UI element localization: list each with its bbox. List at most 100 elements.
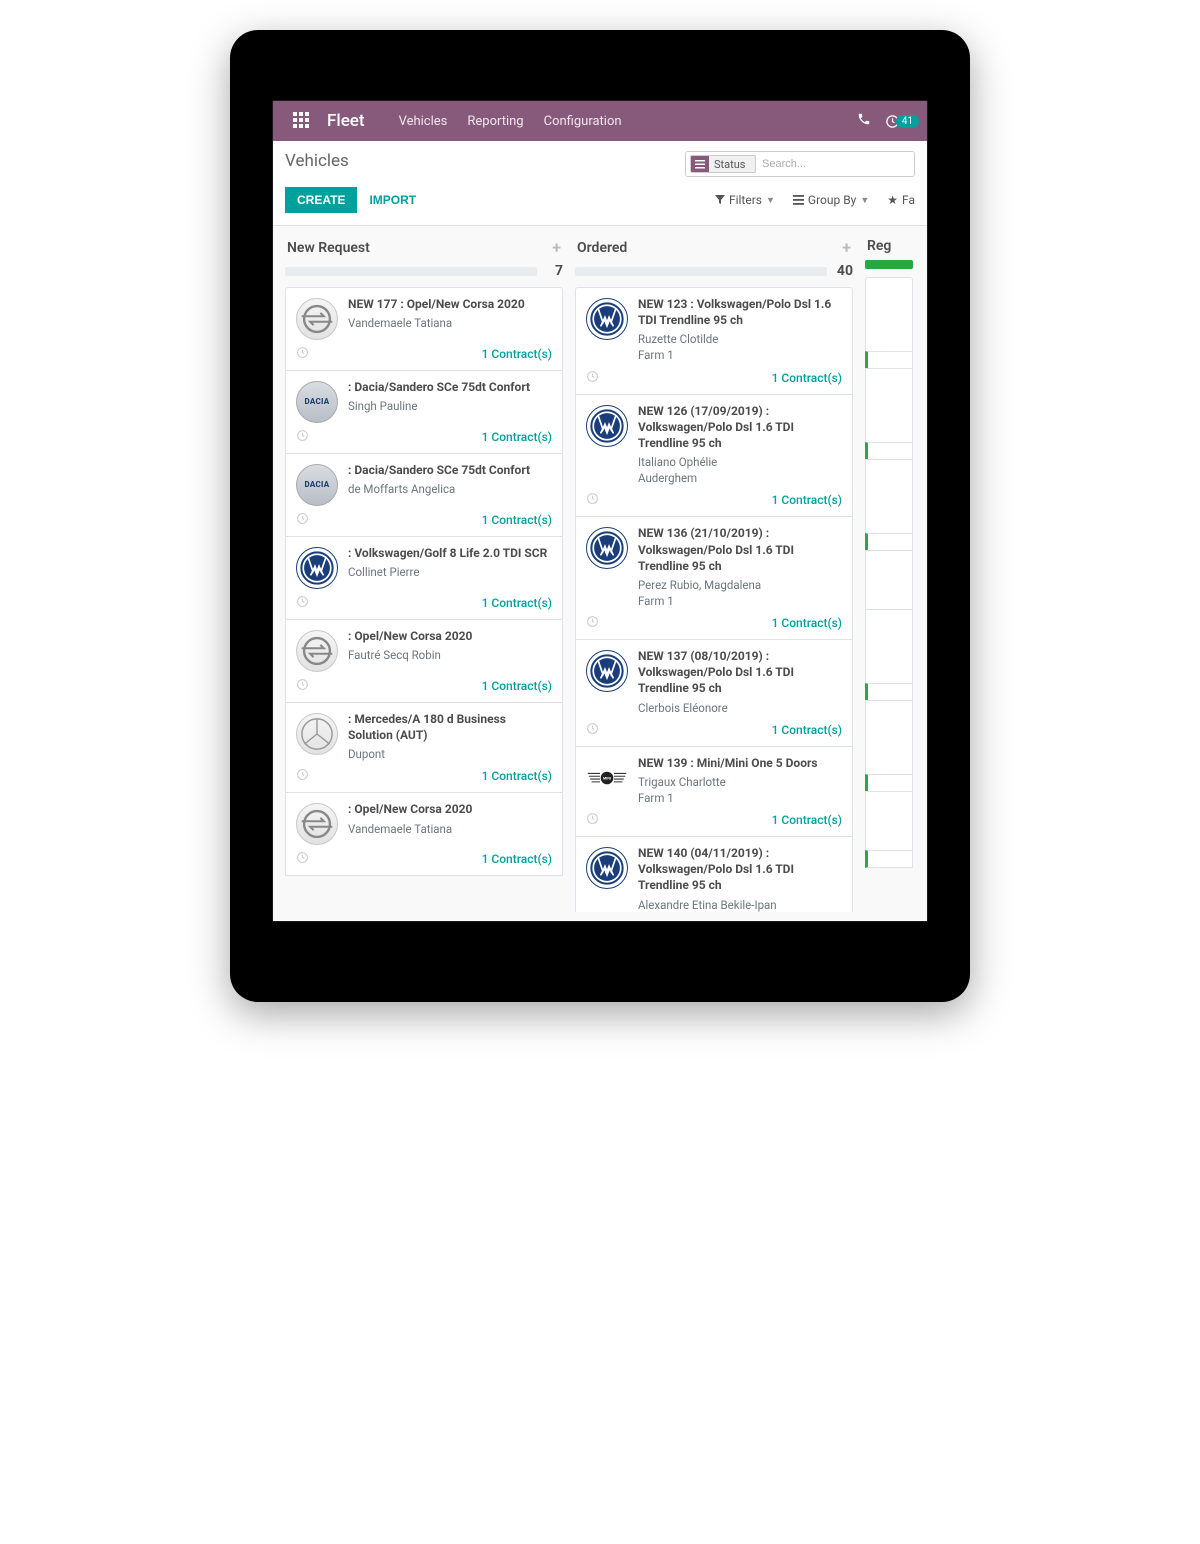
activity-clock-icon[interactable]: [296, 346, 309, 362]
card-driver: Clerbois Eléonore: [638, 700, 842, 716]
control-panel-top: Vehicles Status ✕: [273, 141, 927, 177]
column-header: Ordered +: [575, 234, 853, 263]
kanban-card[interactable]: DACIA : Dacia/Sandero SCe 75dt Confort Sin…: [285, 370, 563, 454]
kanban-card[interactable]: : Opel/New Corsa 2020Fautré Secq Robin1 …: [285, 619, 563, 703]
card-driver: Trigaux Charlotte: [638, 774, 842, 790]
contracts-link[interactable]: 1 Contract(s): [772, 616, 842, 630]
kanban-card[interactable]: [865, 533, 913, 551]
contracts-link[interactable]: 1 Contract(s): [482, 347, 552, 361]
create-button[interactable]: CREATE: [285, 187, 357, 213]
card-driver: Italiano Ophélie: [638, 454, 842, 470]
contracts-link[interactable]: 1 Contract(s): [482, 430, 552, 444]
activity-clock-icon[interactable]: [586, 722, 599, 738]
kanban-card[interactable]: [865, 351, 913, 369]
kanban-card[interactable]: NEW 123 : Volkswagen/Polo Dsl 1.6 TDI Tr…: [575, 287, 853, 395]
card-driver: de Moffarts Angelica: [348, 481, 552, 497]
nav-configuration[interactable]: Configuration: [544, 114, 622, 129]
column-title[interactable]: New Request: [287, 240, 370, 256]
phone-icon[interactable]: [857, 112, 871, 130]
column-title[interactable]: Ordered: [577, 240, 627, 256]
activity-clock-icon[interactable]: [296, 512, 309, 528]
kanban-card[interactable]: : Mercedes/A 180 d Business Solution (AU…: [285, 702, 563, 793]
kanban-card[interactable]: [865, 700, 913, 775]
kanban-card[interactable]: [865, 774, 913, 792]
kanban-card[interactable]: [865, 609, 913, 684]
column-count: 40: [833, 263, 853, 279]
column-progress: 40: [575, 263, 853, 279]
activity-clock-icon[interactable]: [296, 595, 309, 611]
activity-clock-icon[interactable]: [586, 370, 599, 386]
contracts-link[interactable]: 1 Contract(s): [772, 371, 842, 385]
activity-clock-icon[interactable]: [586, 492, 599, 508]
app-screen: Fleet Vehicles Reporting Configuration 4…: [273, 101, 927, 921]
kanban-card[interactable]: [865, 550, 913, 610]
kanban-card[interactable]: : Opel/New Corsa 2020Vandemaele Tatiana1…: [285, 792, 563, 876]
kanban-card[interactable]: [865, 459, 913, 534]
kanban-card[interactable]: NEW 136 (21/10/2019) : Volkswagen/Polo D…: [575, 516, 853, 640]
kanban-card[interactable]: [865, 277, 913, 352]
opel-logo-icon: [296, 298, 338, 340]
dacia-logo-icon: DACIA: [296, 381, 338, 423]
kanban-card[interactable]: NEW 126 (17/09/2019) : Volkswagen/Polo D…: [575, 394, 853, 518]
search-box[interactable]: Status ✕: [685, 151, 915, 177]
kanban-card[interactable]: [865, 850, 913, 868]
activity-clock-icon[interactable]: [586, 812, 599, 828]
column-progress: [865, 260, 913, 269]
activity-clock-icon[interactable]: [296, 678, 309, 694]
card-location: Farm 1: [638, 790, 842, 806]
contracts-link[interactable]: 1 Contract(s): [482, 852, 552, 866]
contracts-link[interactable]: 1 Contract(s): [772, 813, 842, 827]
card-title: : Dacia/Sandero SCe 75dt Confort: [348, 379, 552, 395]
vw-logo-icon: [586, 298, 628, 340]
kanban-card[interactable]: NEW 137 (08/10/2019) : Volkswagen/Polo D…: [575, 639, 853, 747]
import-button[interactable]: IMPORT: [357, 187, 428, 213]
kanban-card[interactable]: DACIA: Dacia/Sandero SCe 75dt Confortde …: [285, 453, 563, 537]
progress-bar[interactable]: [865, 260, 913, 269]
nav-vehicles[interactable]: Vehicles: [399, 114, 448, 129]
groupby-dropdown[interactable]: Group By ▼: [793, 193, 869, 207]
card-driver: Collinet Pierre: [348, 564, 552, 580]
card-title: : Mercedes/A 180 d Business Solution (AU…: [348, 711, 552, 743]
contracts-link[interactable]: 1 Contract(s): [482, 679, 552, 693]
activity-icon[interactable]: 41: [885, 114, 919, 129]
kanban-card[interactable]: [865, 683, 913, 701]
kanban-card[interactable]: NEW 177 : Opel/New Corsa 2020Vandemaele …: [285, 287, 563, 371]
filters-dropdown[interactable]: Filters ▼: [715, 193, 775, 207]
favorites-dropdown[interactable]: ★ Fa: [887, 193, 915, 207]
activity-clock-icon[interactable]: [296, 768, 309, 784]
column-count: 7: [543, 263, 563, 279]
column-cards: NEW 123 : Volkswagen/Polo Dsl 1.6 TDI Tr…: [575, 287, 853, 912]
column-header: Reg: [865, 234, 913, 260]
kanban-card[interactable]: [865, 791, 913, 851]
contracts-link[interactable]: 1 Contract(s): [482, 769, 552, 783]
add-record-icon[interactable]: +: [552, 238, 561, 257]
contracts-link[interactable]: 1 Contract(s): [482, 596, 552, 610]
contracts-link[interactable]: 1 Contract(s): [772, 723, 842, 737]
nav-menu: Vehicles Reporting Configuration: [399, 114, 622, 129]
card-driver: Fautré Secq Robin: [348, 647, 552, 663]
card-driver: Singh Pauline: [348, 398, 552, 414]
search-input[interactable]: [756, 158, 910, 170]
kanban-card[interactable]: NEW 140 (04/11/2019) : Volkswagen/Polo D…: [575, 836, 853, 912]
kanban-card[interactable]: [865, 442, 913, 460]
activity-clock-icon[interactable]: [586, 615, 599, 631]
activity-clock-icon[interactable]: [296, 429, 309, 445]
kanban-card[interactable]: MININEW 139 : Mini/Mini One 5 DoorsTriga…: [575, 746, 853, 837]
activity-clock-icon[interactable]: [296, 851, 309, 867]
nav-reporting[interactable]: Reporting: [467, 114, 523, 129]
kanban-card[interactable]: [865, 368, 913, 443]
add-record-icon[interactable]: +: [842, 238, 851, 257]
tablet-inner: Fleet Vehicles Reporting Configuration 4…: [272, 100, 928, 922]
brand-title[interactable]: Fleet: [327, 111, 365, 131]
star-icon: ★: [887, 193, 898, 207]
progress-bar[interactable]: [285, 267, 537, 276]
kanban-card[interactable]: : Volkswagen/Golf 8 Life 2.0 TDI SCRColl…: [285, 536, 563, 620]
mini-logo-icon: MINI: [586, 757, 628, 799]
apps-icon[interactable]: [281, 112, 321, 131]
progress-bar[interactable]: [575, 267, 827, 276]
opel-logo-icon: [296, 630, 338, 672]
contracts-link[interactable]: 1 Contract(s): [772, 493, 842, 507]
contracts-link[interactable]: 1 Contract(s): [482, 513, 552, 527]
column-title[interactable]: Reg: [867, 238, 891, 254]
card-title: : Opel/New Corsa 2020: [348, 801, 552, 817]
